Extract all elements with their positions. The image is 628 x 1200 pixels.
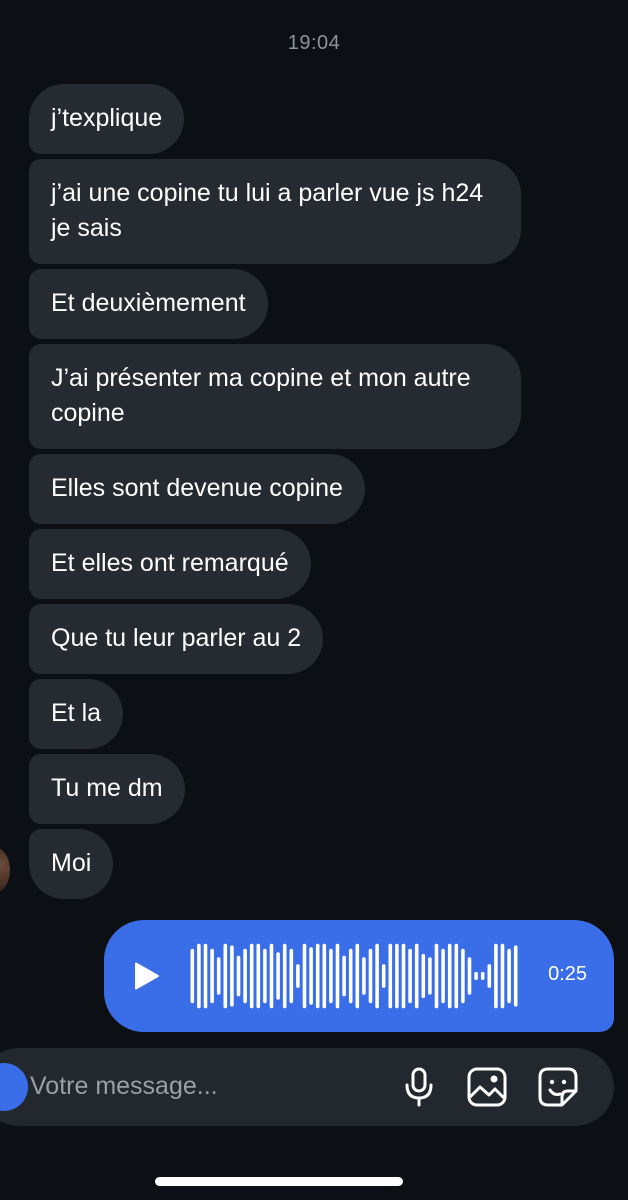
waveform-bar [467,957,472,995]
waveform-bar [461,948,465,1004]
message-thread: j’texplique j’ai une copine tu lui a par… [29,84,529,904]
waveform-bar [309,947,313,1005]
waveform-bar [329,948,333,1004]
play-icon[interactable] [134,962,160,990]
waveform-bar [434,943,439,1009]
waveform-bar [362,957,366,995]
message-bubble[interactable]: Tu me dm [29,754,185,824]
message-bubble[interactable]: Que tu leur parler au 2 [29,604,324,674]
message-timestamp: 19:04 [287,32,341,54]
waveform-bar [216,957,221,995]
microphone-icon[interactable] [397,1065,441,1109]
voice-message[interactable]: 0:25 [104,920,614,1032]
voice-waveform [190,943,518,1009]
waveform-bar [480,971,485,981]
waveform-bar [474,971,478,981]
waveform-bar [381,964,386,988]
waveform-bar [414,943,419,1009]
voice-duration: 0:25 [548,963,587,985]
waveform-bar [263,948,267,1004]
message-bubble[interactable]: j’ai une copine tu lui a parler vue js h… [29,159,521,264]
message-bubble[interactable]: Elles sont devenue copine [29,454,365,524]
waveform-bar [500,943,505,1009]
waveform-bar [355,943,360,1009]
waveform-bar [296,964,300,988]
message-composer [0,1048,614,1126]
image-icon[interactable] [465,1065,509,1109]
waveform-bar [230,945,234,1007]
waveform-bar [223,943,228,1009]
waveform-bar [282,943,287,1009]
message-bubble[interactable]: J’ai présenter ma copine et mon autre co… [29,344,521,449]
waveform-bar [494,943,498,1009]
waveform-bar [190,948,195,1004]
waveform-bar [454,943,459,1009]
waveform-bar [421,953,426,999]
sender-avatar[interactable] [0,848,10,892]
waveform-bar [197,943,201,1009]
waveform-bar [507,948,511,1004]
waveform-bar [302,943,307,1009]
waveform-bar [269,943,274,1009]
camera-button[interactable] [0,1063,28,1111]
waveform-bar [322,943,327,1009]
waveform-bar [375,943,379,1009]
waveform-bar [289,948,294,1004]
home-indicator[interactable] [155,1177,403,1186]
waveform-bar [388,943,393,1009]
waveform-bar [210,948,214,1004]
message-bubble[interactable]: Moi [29,829,114,899]
waveform-bar [447,943,452,1009]
waveform-bar [428,957,432,995]
message-bubble[interactable]: j’texplique [29,84,185,154]
waveform-bar [243,948,247,1004]
waveform-bar [335,943,340,1009]
waveform-bar [401,943,406,1009]
waveform-bar [408,948,412,1004]
waveform-bar [256,943,261,1009]
waveform-bar [203,943,208,1009]
waveform-bar [441,948,445,1004]
waveform-bar [487,964,492,988]
waveform-bar [315,943,320,1009]
waveform-bar [513,945,518,1007]
waveform-bar [249,943,254,1009]
waveform-bar [368,948,373,1004]
message-bubble[interactable]: Et deuxièmement [29,269,268,339]
waveform-bar [236,955,241,997]
message-input[interactable] [30,1066,360,1106]
waveform-bar [276,952,280,1000]
waveform-bar [348,948,353,1004]
waveform-bar [395,943,399,1009]
waveform-bar [342,955,346,997]
message-bubble[interactable]: Et elles ont remarqué [29,529,311,599]
message-bubble[interactable]: Et la [29,679,124,749]
sticker-icon[interactable] [536,1065,580,1109]
